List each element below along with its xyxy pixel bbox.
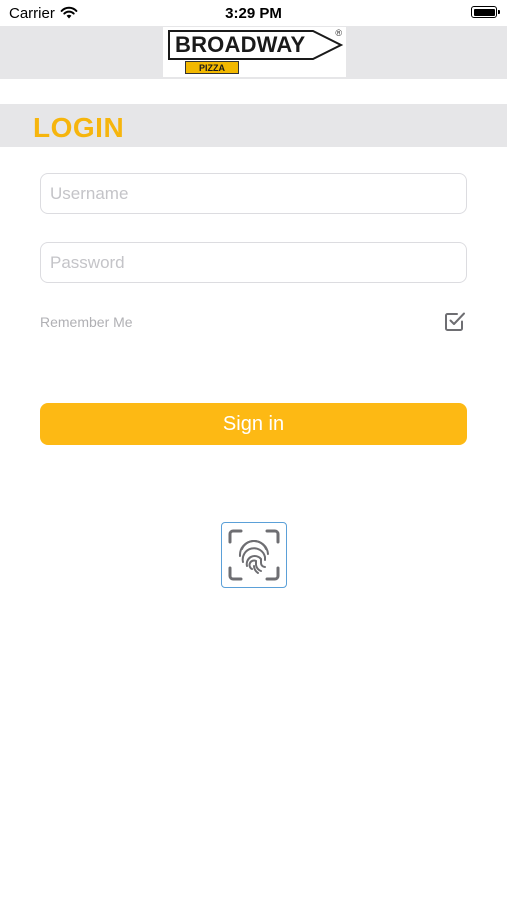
login-title-bar: LOGIN [0, 104, 507, 147]
battery-icon [471, 6, 500, 18]
logo-registered-mark: ® [335, 28, 342, 38]
status-time: 3:29 PM [225, 5, 282, 22]
remember-me-checkbox[interactable] [443, 309, 467, 333]
logo-sub-text: PIZZA [185, 61, 239, 74]
touch-id-button[interactable] [221, 522, 287, 588]
page-title: LOGIN [33, 112, 125, 143]
broadway-pizza-logo: BROADWAY PIZZA ® [163, 27, 346, 77]
remember-me-label: Remember Me [40, 314, 133, 330]
username-field-container [40, 173, 467, 214]
checkbox-checked-icon [445, 312, 465, 331]
status-bar: Carrier 3:29 PM [0, 0, 507, 26]
password-field-container [40, 242, 467, 283]
username-input[interactable] [41, 174, 466, 213]
sign-in-button[interactable]: Sign in [40, 403, 467, 445]
fingerprint-icon [228, 529, 280, 581]
password-input[interactable] [41, 243, 466, 282]
logo-brand-text: BROADWAY [175, 32, 306, 57]
